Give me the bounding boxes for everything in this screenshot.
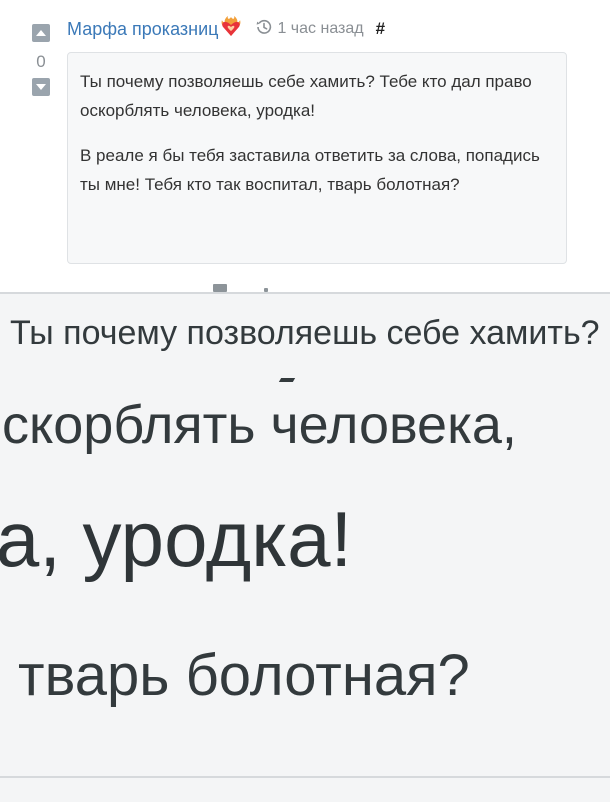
divider <box>0 776 610 778</box>
zoomed-excerpt: Ты почему позволяешь себе хамить? оскорб… <box>0 292 610 802</box>
comment-header: Марфа проказниц 1 час назад # <box>67 15 385 44</box>
comment-paragraph: В реале я бы тебя заставила ответить за … <box>80 146 540 194</box>
arrow-up-icon <box>36 30 46 36</box>
vote-count: 0 <box>36 52 46 71</box>
comment-time[interactable]: 1 час назад <box>277 20 363 38</box>
author-name[interactable]: Марфа проказниц <box>67 19 218 40</box>
permalink-anchor[interactable]: # <box>376 19 385 39</box>
zoom-line: оскорблять человека, <box>0 395 517 455</box>
zoom-line: ка, уродка! <box>0 495 353 583</box>
comment-body: Ты почему позволяешь себе хамить? Тебе к… <box>67 52 567 264</box>
vote-widget: 0 <box>30 24 52 96</box>
heart-on-fire-icon <box>219 15 243 44</box>
history-icon <box>255 18 273 41</box>
comment-paragraph: Ты почему позволяешь себе хамить? Тебе к… <box>80 72 532 120</box>
downvote-button[interactable] <box>32 78 50 96</box>
zoom-line: тварь болотная? <box>18 643 470 708</box>
zoom-line: Ты почему позволяешь себе хамить? <box>10 314 600 352</box>
cut-off-control <box>213 284 227 292</box>
zoom-fragment-mark <box>278 378 296 382</box>
arrow-down-icon <box>36 84 46 90</box>
upvote-button[interactable] <box>32 24 50 42</box>
comment-card: 0 Марфа проказниц 1 час назад # Ты почем… <box>0 0 610 292</box>
